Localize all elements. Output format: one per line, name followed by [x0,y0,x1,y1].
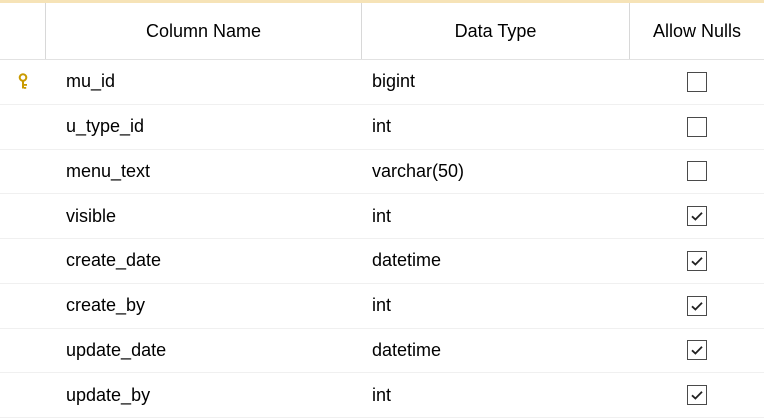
column-name-cell[interactable]: u_type_id [46,105,362,149]
column-name-text: update_date [66,339,167,360]
allow-nulls-header-label: Allow Nulls [652,20,742,41]
table-designer: Column Name Data Type Allow Nulls mu_id … [0,0,764,418]
data-type-cell[interactable]: datetime [362,329,630,373]
data-type-text: int [372,384,392,405]
checkmark-icon [691,257,703,266]
column-name-text: u_type_id [66,116,145,137]
data-type-text: bigint [372,71,416,92]
key-icon [14,73,32,91]
data-type-cell[interactable]: int [362,284,630,328]
data-type-cell[interactable]: int [362,194,630,238]
column-name-text: create_by [66,295,146,316]
column-name-cell[interactable]: menu_text [46,150,362,194]
allow-nulls-cell [630,239,764,283]
column-name-text: menu_text [66,160,151,181]
allow-nulls-checkbox[interactable] [687,206,707,227]
table-row[interactable]: create_date datetime [0,239,764,284]
checkmark-icon [691,301,703,311]
allow-nulls-header[interactable]: Allow Nulls [630,3,764,59]
table-row[interactable]: menu_text varchar(50) [0,149,764,195]
row-selector[interactable] [0,283,46,328]
row-selector[interactable] [0,194,46,238]
column-name-header-label: Column Name [145,20,262,41]
data-type-cell[interactable]: int [362,105,630,149]
allow-nulls-checkbox[interactable] [687,71,707,92]
data-type-text: datetime [372,250,442,271]
data-type-text: varchar(50) [372,160,465,181]
allow-nulls-checkbox[interactable] [687,161,707,182]
column-name-cell[interactable]: update_by [46,373,362,417]
column-name-cell[interactable]: update_date [46,329,362,373]
column-name-cell[interactable]: create_by [46,284,362,328]
allow-nulls-cell [630,194,764,238]
column-name-cell[interactable]: visible [46,194,362,238]
allow-nulls-checkbox[interactable] [687,295,707,316]
column-name-text: update_by [66,384,151,405]
data-type-header[interactable]: Data Type [362,3,630,59]
allow-nulls-cell [630,329,764,373]
data-type-text: int [372,295,392,316]
table-row[interactable]: update_date datetime [0,328,764,374]
data-type-cell[interactable]: datetime [362,239,630,283]
allow-nulls-checkbox[interactable] [687,116,707,137]
allow-nulls-cell [630,105,764,149]
data-type-text: int [372,205,392,226]
data-type-text: int [372,116,392,137]
column-name-cell[interactable]: create_date [46,239,362,283]
column-name-header[interactable]: Column Name [46,3,362,59]
data-type-cell[interactable]: bigint [362,60,630,104]
column-rows: mu_id bigint u_type_id int menu_text var… [0,60,764,418]
row-selector-header[interactable] [0,3,46,59]
row-selector[interactable] [0,104,46,149]
checkmark-icon [691,346,703,356]
allow-nulls-cell [630,60,764,104]
column-name-text: visible [66,205,117,226]
allow-nulls-cell [630,150,764,194]
table-row[interactable]: mu_id bigint [0,60,764,105]
row-selector[interactable] [0,328,46,373]
column-header-row: Column Name Data Type Allow Nulls [0,3,764,60]
table-row[interactable]: u_type_id int [0,104,764,150]
data-type-header-label: Data Type [454,20,537,41]
table-row[interactable]: create_by int [0,283,764,329]
data-type-cell[interactable]: varchar(50) [362,150,630,194]
checkmark-icon [691,391,703,400]
checkmark-icon [691,212,703,221]
allow-nulls-cell [630,373,764,417]
allow-nulls-checkbox[interactable] [687,385,707,406]
allow-nulls-checkbox[interactable] [687,250,707,271]
row-selector[interactable] [0,149,46,194]
row-selector[interactable] [0,239,46,283]
column-name-cell[interactable]: mu_id [46,60,362,104]
row-selector[interactable] [0,60,46,104]
allow-nulls-checkbox[interactable] [687,340,707,361]
column-name-text: mu_id [66,71,116,92]
table-row[interactable]: visible int [0,194,764,239]
column-name-text: create_date [66,250,162,271]
data-type-cell[interactable]: int [362,373,630,417]
allow-nulls-cell [630,284,764,328]
table-row[interactable]: update_by int [0,373,764,418]
row-selector[interactable] [0,373,46,417]
data-type-text: datetime [372,339,442,360]
